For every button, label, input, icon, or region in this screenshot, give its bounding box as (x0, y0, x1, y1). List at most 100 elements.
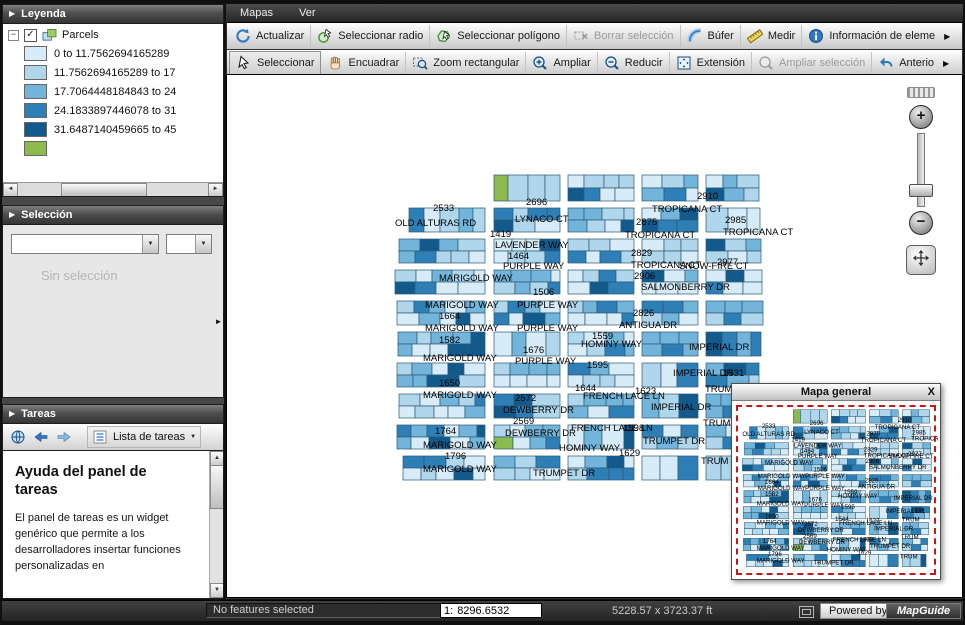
seleccionar-radio-button[interactable]: Seleccionar radio (311, 25, 431, 47)
parcel[interactable] (419, 238, 440, 252)
parcel[interactable] (847, 458, 857, 466)
parcel[interactable] (849, 409, 858, 417)
parcel[interactable] (587, 405, 610, 419)
toolbar-overflow-icon[interactable]: ▶ (941, 32, 953, 41)
parcel[interactable] (641, 455, 661, 481)
parcel[interactable] (614, 187, 635, 202)
parcel[interactable] (414, 405, 435, 419)
parcel[interactable] (545, 331, 561, 357)
parcel[interactable] (839, 426, 850, 434)
parcel[interactable] (567, 219, 588, 233)
parcel[interactable] (869, 416, 882, 424)
parcel[interactable] (659, 455, 679, 481)
parcel[interactable] (744, 442, 756, 450)
parcel[interactable] (603, 174, 620, 189)
pan-pad-button[interactable] (906, 245, 936, 275)
legend-layer-row[interactable]: − ✓ Parcels (3, 24, 223, 44)
parcel[interactable] (410, 424, 428, 438)
parcel[interactable] (842, 464, 853, 472)
parcel[interactable] (414, 250, 437, 264)
toolbar-overflow-icon[interactable]: ▶ (940, 59, 952, 68)
parcel[interactable] (920, 544, 928, 551)
parcel[interactable] (604, 219, 622, 233)
parcel[interactable] (398, 405, 416, 419)
parcel[interactable] (754, 442, 766, 450)
parcel[interactable] (831, 416, 840, 424)
parcel[interactable] (615, 269, 635, 283)
parcel[interactable] (774, 442, 789, 450)
parcel[interactable] (750, 538, 760, 545)
parcel[interactable] (567, 250, 587, 264)
parcel[interactable] (447, 362, 465, 376)
parcel[interactable] (847, 512, 856, 520)
parcel[interactable] (598, 269, 617, 283)
parcel[interactable] (411, 362, 433, 376)
parcel[interactable] (567, 207, 585, 221)
parcel[interactable] (920, 480, 932, 488)
parcel[interactable] (770, 448, 781, 456)
parcel[interactable] (852, 528, 866, 536)
parcel[interactable] (820, 512, 828, 520)
parcel[interactable] (599, 374, 616, 388)
overview-map-canvas[interactable]: 29102533 2696TROPICANA CT2985OLD ALTURAS … (733, 402, 939, 578)
parcel[interactable] (493, 207, 514, 221)
parcel[interactable] (397, 331, 418, 345)
parcel[interactable] (663, 187, 687, 202)
parcel[interactable] (890, 409, 899, 417)
parcel[interactable] (743, 187, 760, 202)
parcel[interactable] (803, 560, 813, 567)
parcel[interactable] (745, 362, 760, 376)
encuadrar-button[interactable]: Encuadrar (321, 52, 407, 74)
parcel[interactable] (743, 538, 751, 545)
parcel[interactable] (661, 174, 685, 189)
parcel[interactable] (457, 238, 486, 252)
parcel[interactable] (705, 300, 726, 314)
scroll-left-icon[interactable]: ◄ (3, 183, 18, 196)
parcel[interactable] (514, 281, 531, 295)
zoom-slider-track[interactable] (909, 133, 933, 207)
seleccionar-button[interactable]: Seleccionar (229, 51, 322, 75)
parcel[interactable] (859, 560, 866, 567)
parcel[interactable] (641, 174, 663, 189)
parcel[interactable] (396, 312, 420, 326)
parcel[interactable] (878, 490, 889, 497)
parcel[interactable] (911, 442, 924, 450)
parcel[interactable] (743, 490, 754, 497)
parcel[interactable] (431, 362, 449, 376)
parcel[interactable] (880, 474, 891, 481)
parcel[interactable] (622, 467, 635, 481)
parcel[interactable] (608, 467, 624, 481)
parcel[interactable] (402, 467, 422, 481)
task-back-button[interactable] (33, 429, 49, 445)
parcel[interactable] (838, 458, 848, 466)
zoom-control-grip[interactable] (907, 87, 935, 98)
parcel[interactable] (743, 544, 751, 551)
parcel[interactable] (493, 467, 516, 481)
parcel[interactable] (396, 362, 413, 376)
parcel[interactable] (922, 442, 931, 450)
parcel[interactable] (641, 343, 663, 357)
parcel[interactable] (438, 238, 459, 252)
close-icon[interactable]: X (928, 384, 935, 400)
parcel[interactable] (433, 405, 449, 419)
scale-input[interactable] (457, 604, 528, 617)
scrollbar-thumb[interactable] (210, 465, 223, 509)
parcel[interactable] (911, 480, 921, 488)
parcel[interactable] (764, 442, 776, 450)
legend-horizontal-scrollbar[interactable]: ◄ ► (3, 182, 223, 196)
parcel[interactable] (847, 416, 856, 424)
parcel[interactable] (743, 496, 752, 504)
overview-map-body[interactable]: 2910 2533 2696 TROPICANA CT 2985 OLD ALTURAS … (733, 402, 939, 578)
caret-down-icon[interactable]: ▼ (142, 235, 158, 253)
parcel[interactable] (546, 374, 561, 388)
parcel[interactable] (435, 250, 452, 264)
parcel[interactable] (396, 300, 415, 314)
parcel[interactable] (599, 250, 622, 264)
parcel[interactable] (744, 522, 756, 529)
parcel[interactable] (920, 538, 928, 545)
parcel[interactable] (584, 455, 608, 469)
parcel[interactable] (412, 374, 428, 388)
parcel[interactable] (750, 331, 762, 357)
parcel[interactable] (493, 374, 511, 388)
parcel[interactable] (752, 528, 763, 536)
